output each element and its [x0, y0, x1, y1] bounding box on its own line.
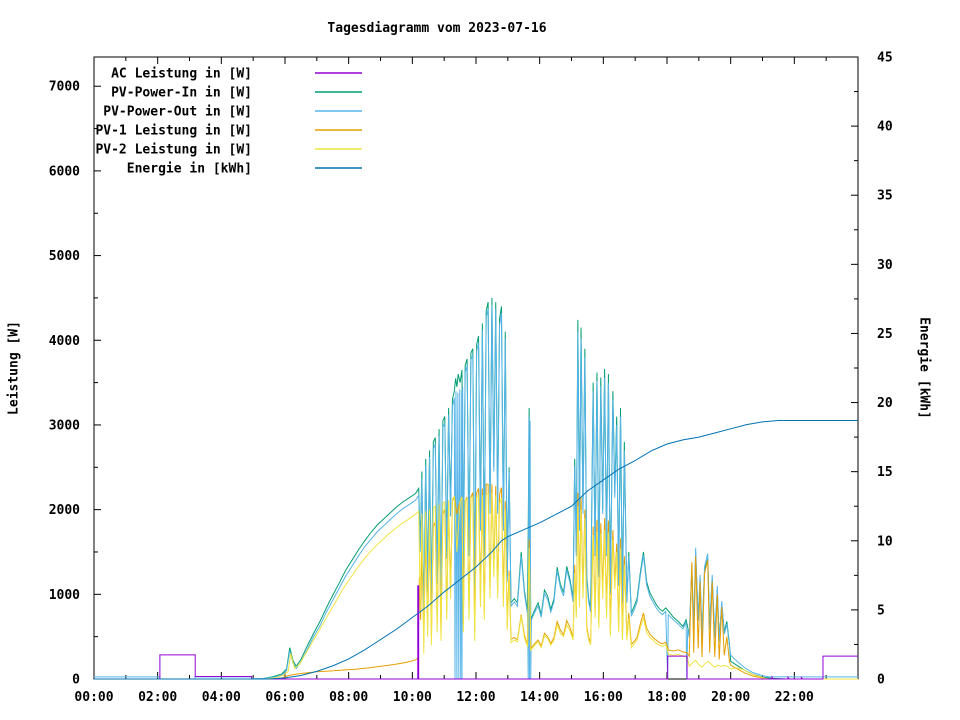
curve-ac-leistung-in-w: [94, 586, 858, 679]
y2-tick-label: 35: [877, 189, 893, 204]
y2-tick-label: 20: [877, 396, 893, 411]
legend-label: PV-Power-In in [W]: [111, 86, 252, 101]
legend-label: AC Leistung in [W]: [111, 67, 252, 82]
y-tick-label: 1000: [49, 588, 80, 603]
y2-tick-label: 25: [877, 327, 893, 342]
y2-tick-label: 10: [877, 534, 893, 549]
y-tick-label: 5000: [49, 249, 80, 264]
x-tick-label: 18:00: [647, 690, 686, 705]
legend-label: PV-1 Leistung in [W]: [95, 124, 252, 139]
curve-pv-power-out-in-w: [94, 305, 858, 679]
x-tick-label: 00:00: [74, 690, 113, 705]
y2-tick-label: 0: [877, 673, 885, 688]
x-tick-label: 16:00: [584, 690, 623, 705]
y2-tick-label: 40: [877, 120, 893, 135]
x-tick-label: 22:00: [775, 690, 814, 705]
y-tick-label: 4000: [49, 334, 80, 349]
x-tick-label: 20:00: [711, 690, 750, 705]
x-tick-label: 08:00: [329, 690, 368, 705]
legend-label: Energie in [kWh]: [127, 162, 252, 177]
x-tick-label: 14:00: [520, 690, 559, 705]
y2-tick-label: 30: [877, 258, 893, 273]
y-tick-label: 7000: [49, 80, 80, 95]
y-tick-label: 6000: [49, 164, 80, 179]
curve-pv-2-leistung-in-w: [94, 493, 858, 679]
y2-tick-label: 5: [877, 603, 885, 618]
y-tick-label: 2000: [49, 503, 80, 518]
x-tick-label: 06:00: [265, 690, 304, 705]
x-tick-label: 02:00: [138, 690, 177, 705]
left-axis-label: Leistung [W]: [7, 321, 22, 415]
y2-tick-label: 45: [877, 51, 893, 66]
day-chart: 00:00 02:00 04:00 06:00 08:00 10:00 12:00 14:00…: [0, 0, 960, 720]
chart-page: 00:00 02:00 04:00 06:00 08:00 10:00 12:00 14:00…: [0, 0, 960, 720]
y-tick-label: 3000: [49, 418, 80, 433]
chart-title: Tagesdiagramm vom 2023-07-16: [0, 21, 874, 36]
x-tick-label: 10:00: [393, 690, 432, 705]
x-tick-label: 12:00: [456, 690, 495, 705]
legend-label: PV-Power-Out in [W]: [103, 105, 252, 120]
y2-tick-label: 15: [877, 465, 893, 480]
x-tick-label: 04:00: [202, 690, 241, 705]
y-tick-label: 0: [72, 673, 80, 688]
right-axis-label: Energie [kWh]: [917, 317, 932, 419]
legend-label: PV-2 Leistung in [W]: [95, 143, 252, 158]
